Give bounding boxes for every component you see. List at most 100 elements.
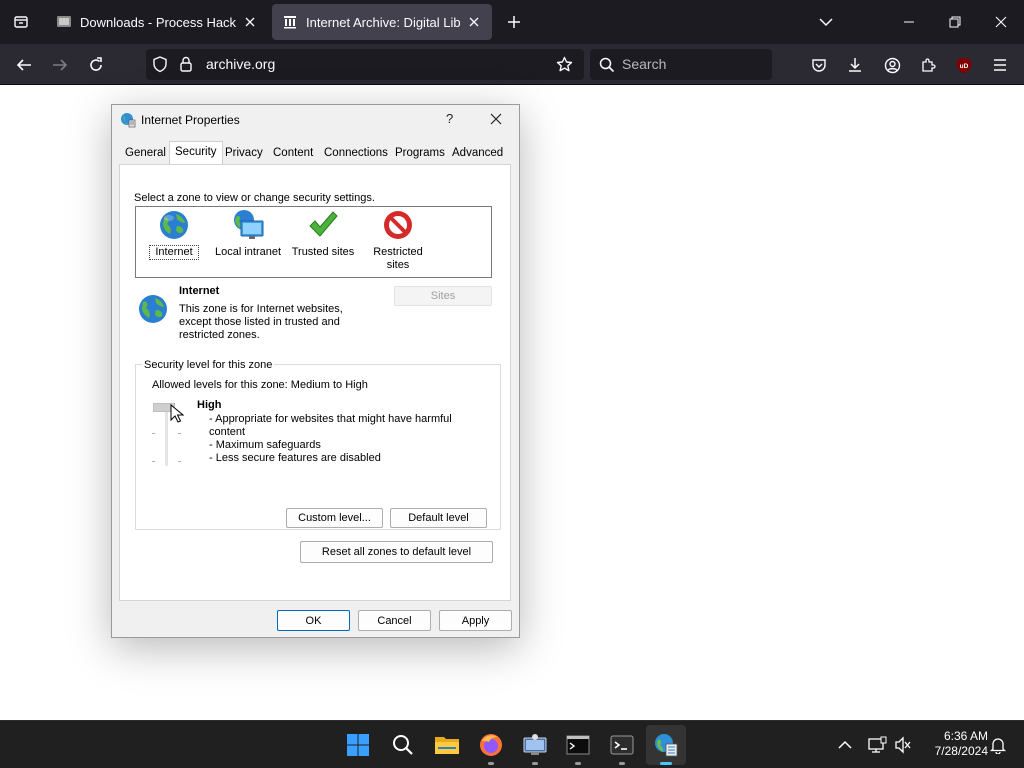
tab-content[interactable]: Content — [273, 147, 313, 159]
zone-list: Internet Local intranet Trusted sites Re… — [135, 206, 492, 278]
remote-desktop-button[interactable] — [519, 729, 551, 765]
puzzle-icon — [922, 58, 936, 72]
tab-process-hacker[interactable]: Downloads - Process Hacker — [46, 4, 268, 40]
clock-time: 6:36 AM — [943, 729, 988, 743]
reset-all-zones-button[interactable]: Reset all zones to default level — [300, 541, 493, 563]
active-indicator — [660, 762, 672, 765]
terminal-button[interactable] — [606, 729, 638, 765]
zone-label: Restricted sites — [373, 246, 423, 271]
tab-security[interactable]: Security — [169, 141, 223, 165]
zone-name: Internet — [179, 285, 220, 297]
tab-programs[interactable]: Programs — [395, 147, 445, 159]
zone-internet[interactable]: Internet — [149, 209, 199, 260]
dialog-title: Internet Properties — [141, 113, 240, 127]
zone-trusted-sites[interactable]: Trusted sites — [290, 209, 356, 259]
minimize-button[interactable] — [886, 0, 932, 44]
account-button[interactable] — [877, 50, 907, 80]
extensions-button[interactable] — [913, 50, 943, 80]
zone-label: Local intranet — [214, 246, 282, 258]
firefox-button[interactable] — [475, 729, 507, 765]
firefox-view-button[interactable] — [0, 0, 42, 44]
running-indicator — [532, 762, 538, 765]
restore-icon — [949, 16, 961, 28]
internet-options-button[interactable] — [646, 725, 686, 765]
terminal-icon — [610, 735, 634, 755]
account-icon — [884, 57, 900, 73]
tab-advanced[interactable]: Advanced — [452, 147, 503, 159]
zone-label: Internet — [149, 245, 199, 260]
apply-button[interactable]: Apply — [439, 610, 512, 631]
close-window-button[interactable] — [978, 0, 1024, 44]
cancel-button[interactable]: Cancel — [358, 610, 431, 631]
plus-icon — [508, 16, 520, 28]
firefox-view-icon — [14, 16, 28, 28]
ok-button[interactable]: OK — [277, 610, 350, 631]
menu-button[interactable] — [985, 50, 1015, 80]
internet-properties-dialog: Internet Properties ? General Security P… — [111, 104, 520, 638]
close-icon[interactable] — [488, 111, 504, 127]
back-button[interactable] — [9, 50, 39, 80]
navigation-toolbar: archive.org Search uD — [0, 44, 1024, 85]
notifications-button[interactable] — [982, 729, 1014, 761]
file-explorer-icon — [435, 737, 459, 754]
search-button[interactable] — [387, 729, 419, 761]
zone-local-intranet[interactable]: Local intranet — [212, 209, 284, 259]
tab-privacy[interactable]: Privacy — [225, 147, 263, 159]
new-tab-button[interactable] — [500, 8, 528, 36]
security-level-detail: - Appropriate for websites that might ha… — [209, 413, 452, 425]
pocket-icon — [812, 59, 826, 72]
pocket-button[interactable] — [804, 50, 834, 80]
downloads-button[interactable] — [840, 50, 870, 80]
running-indicator — [575, 762, 581, 765]
address-bar[interactable]: archive.org — [146, 49, 584, 80]
file-explorer-button[interactable] — [431, 729, 463, 761]
checkmark-icon — [309, 211, 338, 237]
network-icon — [868, 736, 887, 753]
list-all-tabs-button[interactable] — [803, 0, 849, 44]
search-bar[interactable]: Search — [590, 49, 772, 80]
tab-title: Internet Archive: Digital Library — [306, 14, 460, 30]
volume-muted-icon — [895, 736, 911, 754]
tab-connections[interactable]: Connections — [324, 147, 388, 159]
lock-icon[interactable] — [179, 56, 193, 73]
security-tab-panel: Select a zone to view or change security… — [119, 164, 511, 601]
close-tab-icon[interactable] — [466, 14, 482, 30]
security-level-detail: content — [209, 426, 246, 438]
zone-restricted-sites[interactable]: Restricted sites — [366, 209, 430, 272]
running-indicator — [488, 762, 494, 765]
sites-button: Sites — [394, 286, 492, 306]
default-level-button[interactable]: Default level — [390, 508, 487, 528]
internet-options-icon — [121, 113, 136, 128]
restore-button[interactable] — [932, 0, 978, 44]
tab-internet-archive[interactable]: Internet Archive: Digital Library — [272, 4, 492, 40]
security-level-name: High — [197, 399, 222, 411]
clock-date: 7/28/2024 — [934, 744, 988, 758]
show-hidden-icons-button[interactable] — [829, 729, 861, 761]
search-icon — [599, 57, 615, 73]
zone-description-line: restricted zones. — [179, 329, 260, 341]
system-clock[interactable]: 6:36 AM 7/28/2024 — [918, 729, 988, 759]
bookmark-star-icon[interactable] — [556, 56, 573, 73]
url-text: archive.org — [206, 56, 276, 72]
forward-button[interactable] — [45, 50, 75, 80]
mouse-cursor-icon — [170, 404, 184, 423]
search-placeholder: Search — [622, 56, 667, 72]
help-button[interactable]: ? — [446, 111, 453, 126]
reload-icon — [90, 57, 102, 71]
command-prompt-button[interactable] — [562, 729, 594, 765]
intranet-icon — [234, 210, 264, 239]
shield-icon[interactable] — [152, 56, 168, 73]
hamburger-menu-icon — [994, 59, 1006, 71]
tab-general[interactable]: General — [125, 147, 166, 159]
ublock-origin-button[interactable]: uD — [949, 50, 979, 80]
volume-button[interactable] — [887, 729, 919, 761]
custom-level-button[interactable]: Custom level... — [286, 508, 383, 528]
bell-icon — [990, 738, 1006, 754]
restricted-icon — [384, 211, 412, 239]
start-button[interactable] — [342, 729, 374, 761]
zone-label: Trusted sites — [291, 246, 355, 258]
close-tab-icon[interactable] — [242, 14, 258, 30]
internet-options-icon — [655, 734, 678, 757]
browser-tab-bar: Downloads - Process Hacker Internet Arch… — [0, 0, 1024, 44]
reload-button[interactable] — [81, 50, 111, 80]
